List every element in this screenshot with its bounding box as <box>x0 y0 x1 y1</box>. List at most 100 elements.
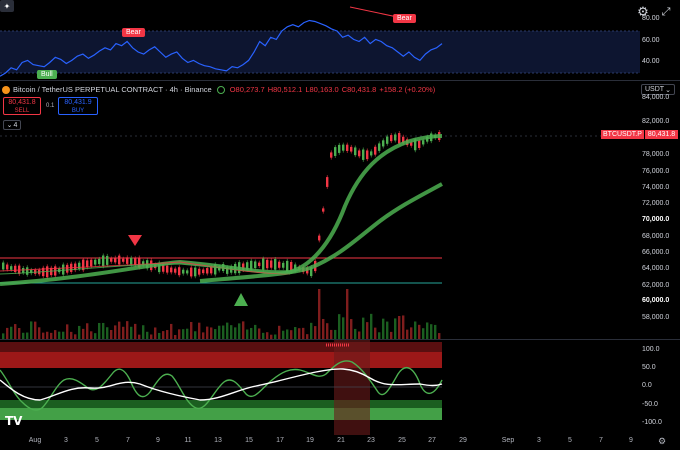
volume-bar <box>282 330 285 339</box>
price-axis-tick: 70,000.0 <box>642 216 670 223</box>
volume-bar <box>382 318 385 339</box>
volume-bar <box>82 328 85 339</box>
volume-bar <box>422 328 425 339</box>
oscillator-pane[interactable]: 100.0 50.0 0.0 -50.0 -100.0 <box>0 340 680 435</box>
volume-bar <box>86 323 89 339</box>
time-tick: 25 <box>398 437 406 444</box>
volume-bar <box>386 321 389 339</box>
time-tick: 13 <box>214 437 222 444</box>
volume-bar <box>302 327 305 339</box>
ohlc-close: C80,431.8 <box>341 85 377 94</box>
time-tick: Sep <box>501 437 515 444</box>
settings-icon[interactable]: ⚙ <box>658 436 666 447</box>
time-axis[interactable]: Aug 3 5 7 9 11 13 15 17 19 21 23 25 27 2… <box>0 435 680 450</box>
ohlc-low: L80,163.0 <box>305 85 339 94</box>
volume-bar <box>222 325 225 339</box>
oscillator-axis-tick: -50.0 <box>642 401 658 408</box>
volume-bar <box>398 315 401 339</box>
volume-bar <box>286 329 289 339</box>
current-price-tag: 80,431.8 <box>644 130 679 139</box>
highlight-region <box>334 340 370 435</box>
bull-label: Bull <box>37 70 57 79</box>
volume-bar <box>58 331 61 339</box>
rsi-chart <box>0 6 640 77</box>
volume-bar <box>230 325 233 339</box>
oscillator-axis-tick: 50.0 <box>642 364 656 371</box>
time-tick: 7 <box>126 437 130 444</box>
volume-bar <box>6 327 9 339</box>
price-axis-tick: 60,000.0 <box>642 297 670 304</box>
volume-bar <box>346 289 349 339</box>
ohlc-open: O80,273.7 <box>229 85 265 94</box>
volume-bar <box>78 325 81 339</box>
volume-bar <box>98 322 101 339</box>
volume-bar <box>234 327 237 339</box>
volume-bar <box>182 329 185 339</box>
volume-bar <box>214 329 217 339</box>
time-tick: 23 <box>367 437 375 444</box>
volume-bar <box>202 332 205 339</box>
volume-bar <box>66 324 69 339</box>
candles <box>2 130 441 280</box>
volume-bar <box>210 327 213 339</box>
volume-bar <box>238 323 241 339</box>
price-axis-tick: 62,000.0 <box>642 282 670 289</box>
time-tick: 11 <box>184 437 192 444</box>
price-axis-tick: 82,000.0 <box>642 118 670 125</box>
status-dot-icon <box>216 85 225 94</box>
volume-bar <box>218 325 221 339</box>
time-tick: 21 <box>337 437 345 444</box>
rsi-pane[interactable]: Bull Bear Bear 80.00 60.00 40.00 <box>0 0 680 80</box>
volume-bar <box>342 317 345 339</box>
symbol-tag: BTCUSDT.P <box>601 130 644 139</box>
price-pane[interactable]: BTCUSDT.P 80,431.8 84,000.0 82,000.0 78,… <box>0 94 680 340</box>
volume-bar <box>122 326 125 339</box>
oscillator-chart <box>0 340 443 435</box>
volume-bars <box>2 289 441 339</box>
bitcoin-icon <box>2 85 10 94</box>
symbol-title[interactable]: Bitcoin / TetherUS PERPETUAL CONTRACT · … <box>13 85 212 94</box>
rsi-axis-tick: 40.00 <box>642 58 660 65</box>
volume-bar <box>206 326 209 339</box>
volume-bar <box>54 330 57 339</box>
oversold-zone-outer <box>0 400 442 408</box>
pane-divider[interactable] <box>0 80 680 81</box>
time-tick: 9 <box>629 437 633 444</box>
overbought-zone-outer <box>0 342 442 352</box>
ohlc-high: H80,512.1 <box>267 85 303 94</box>
chevron-down-icon: ⌄ <box>665 86 671 94</box>
volume-bar <box>310 322 313 339</box>
time-tick: 5 <box>95 437 99 444</box>
volume-bar <box>62 331 65 339</box>
volume-bar <box>194 331 197 339</box>
volume-bar <box>378 332 381 339</box>
bear-label: Bear <box>393 14 416 23</box>
volume-bar <box>34 321 37 339</box>
currency-label: USDT <box>645 86 665 93</box>
volume-bar <box>250 327 253 339</box>
symbol-price-tag: BTCUSDT.P 80,431.8 <box>601 130 679 139</box>
volume-bar <box>130 326 133 339</box>
time-tick: 15 <box>245 437 253 444</box>
volume-bar <box>322 318 325 339</box>
sell-signal-arrow <box>128 235 142 246</box>
rsi-axis-tick: 60.00 <box>642 37 660 44</box>
price-axis-tick: 68,000.0 <box>642 233 670 240</box>
volume-bar <box>334 329 337 339</box>
volume-bar <box>14 324 17 339</box>
time-tick: 17 <box>276 437 284 444</box>
rsi-axis-tick: 80.00 <box>642 15 660 22</box>
tradingview-logo[interactable]: TV <box>5 414 22 428</box>
volume-bar <box>318 289 321 339</box>
price-axis-tick: 64,000.0 <box>642 265 670 272</box>
volume-bar <box>370 313 373 339</box>
volume-bar <box>402 315 405 339</box>
volume-bar <box>106 327 109 339</box>
symbol-bar: Bitcoin / TetherUS PERPETUAL CONTRACT · … <box>2 85 435 94</box>
volume-bar <box>410 327 413 339</box>
oscillator-axis-tick: -100.0 <box>642 419 662 426</box>
volume-bar <box>258 328 261 339</box>
volume-bar <box>226 322 229 339</box>
price-axis-tick: 58,000.0 <box>642 314 670 321</box>
rsi-band <box>0 31 640 73</box>
